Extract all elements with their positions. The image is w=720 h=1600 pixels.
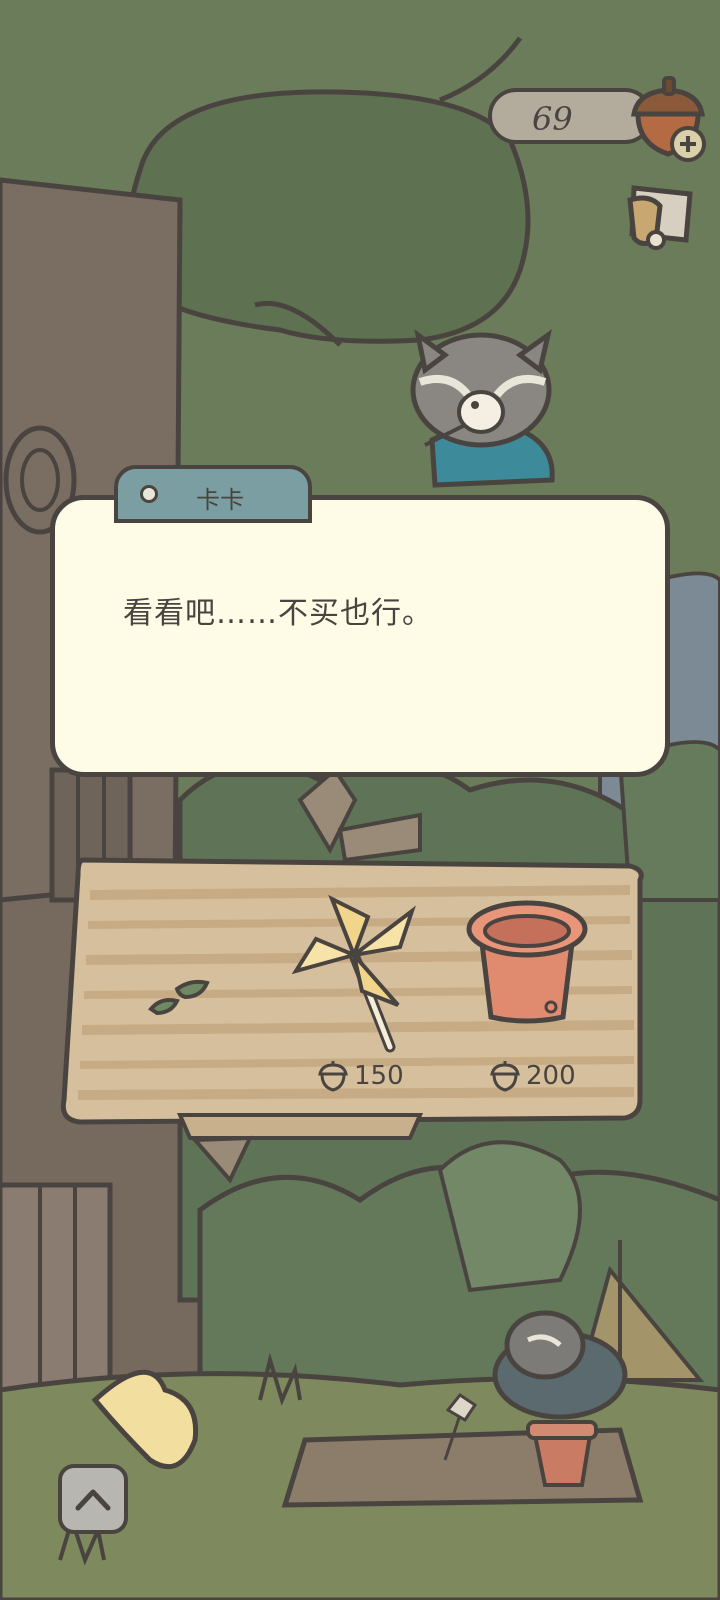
forest-background (0, 0, 720, 1600)
plus-icon (670, 126, 706, 162)
flower-pot-item[interactable] (465, 895, 590, 1030)
expand-up-button[interactable] (58, 1464, 128, 1534)
speaker-name: 卡卡 (196, 486, 244, 514)
speaker-dot-icon (140, 485, 158, 503)
chevron-up-icon (75, 1489, 111, 1511)
dialog-box[interactable]: 看看吧……不买也行。 (50, 495, 670, 777)
acorn-count: 69 (532, 100, 573, 138)
speaker-name-tag: 卡卡 (114, 465, 312, 523)
pinwheel-item[interactable] (292, 895, 422, 1055)
game-scene: 69 卡卡 看看吧……不买也行。 150 200 (0, 0, 720, 1600)
pinwheel-icon (292, 895, 416, 1053)
flower-pot-icon (466, 900, 588, 1024)
dialog-text: 看看吧……不买也行。 (123, 596, 433, 631)
mailbox-icon[interactable] (620, 178, 700, 258)
leaf-icon[interactable] (145, 975, 215, 1025)
add-acorns-button[interactable] (628, 74, 712, 164)
